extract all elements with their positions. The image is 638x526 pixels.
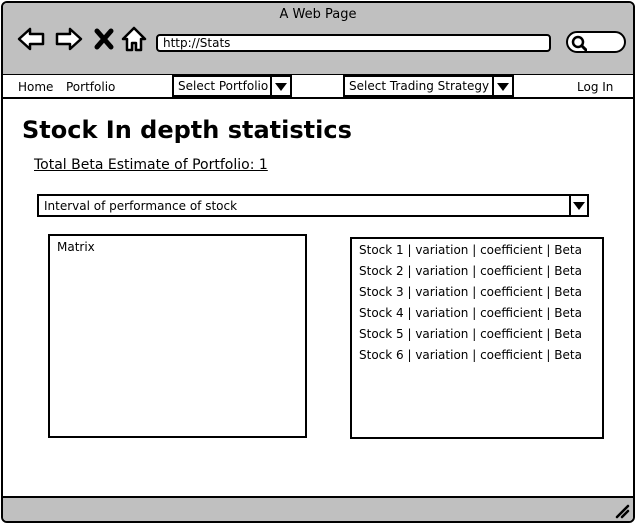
window-title: A Web Page (279, 7, 357, 22)
stock-list: Stock 1 | variation | coefficient | Beta… (350, 237, 604, 439)
select-portfolio-label: Select Portfolio (178, 79, 269, 93)
interval-dropdown-label: Interval of performance of stock (44, 199, 238, 213)
menu-bar: Home Portfolio Select Portfolio Select T… (3, 75, 633, 99)
browser-toolbar: A Web Page http://Stats (3, 3, 633, 76)
status-bar (3, 496, 633, 521)
nav-portfolio-link[interactable]: Portfolio (66, 80, 115, 94)
list-item[interactable]: Stock 3 | variation | coefficient | Beta (359, 285, 582, 306)
matrix-panel: Matrix (48, 234, 307, 438)
matrix-label: Matrix (57, 240, 95, 254)
beta-estimate-link[interactable]: Total Beta Estimate of Portfolio: 1 (34, 157, 268, 173)
interval-dropdown[interactable]: Interval of performance of stock (37, 194, 589, 217)
list-item[interactable]: Stock 2 | variation | coefficient | Beta (359, 264, 582, 285)
close-x-icon[interactable] (91, 25, 119, 53)
select-portfolio-dropdown[interactable]: Select Portfolio (172, 75, 292, 97)
list-item[interactable]: Stock 1 | variation | coefficient | Beta (359, 243, 582, 264)
login-link[interactable]: Log In (577, 80, 613, 94)
select-trading-strategy-dropdown[interactable]: Select Trading Strategy (343, 75, 514, 97)
back-arrow-icon[interactable] (17, 25, 45, 53)
nav-home-link[interactable]: Home (18, 80, 53, 94)
browser-window: A Web Page http://Stats Home Portfolio S… (1, 1, 635, 523)
list-item[interactable]: Stock 4 | variation | coefficient | Beta (359, 306, 582, 327)
list-item[interactable]: Stock 6 | variation | coefficient | Beta (359, 348, 582, 369)
url-field[interactable]: http://Stats (156, 34, 551, 52)
chevron-down-icon (270, 77, 290, 95)
chevron-down-icon (492, 77, 512, 95)
page-title: Stock In depth statistics (22, 116, 352, 144)
search-field[interactable] (566, 31, 626, 53)
chevron-down-icon (569, 196, 587, 215)
home-icon[interactable] (120, 25, 148, 53)
resize-grip-icon[interactable] (614, 503, 630, 519)
select-trading-strategy-label: Select Trading Strategy (349, 79, 490, 93)
search-icon (571, 35, 587, 51)
forward-arrow-icon[interactable] (55, 25, 83, 53)
list-item[interactable]: Stock 5 | variation | coefficient | Beta (359, 327, 582, 348)
